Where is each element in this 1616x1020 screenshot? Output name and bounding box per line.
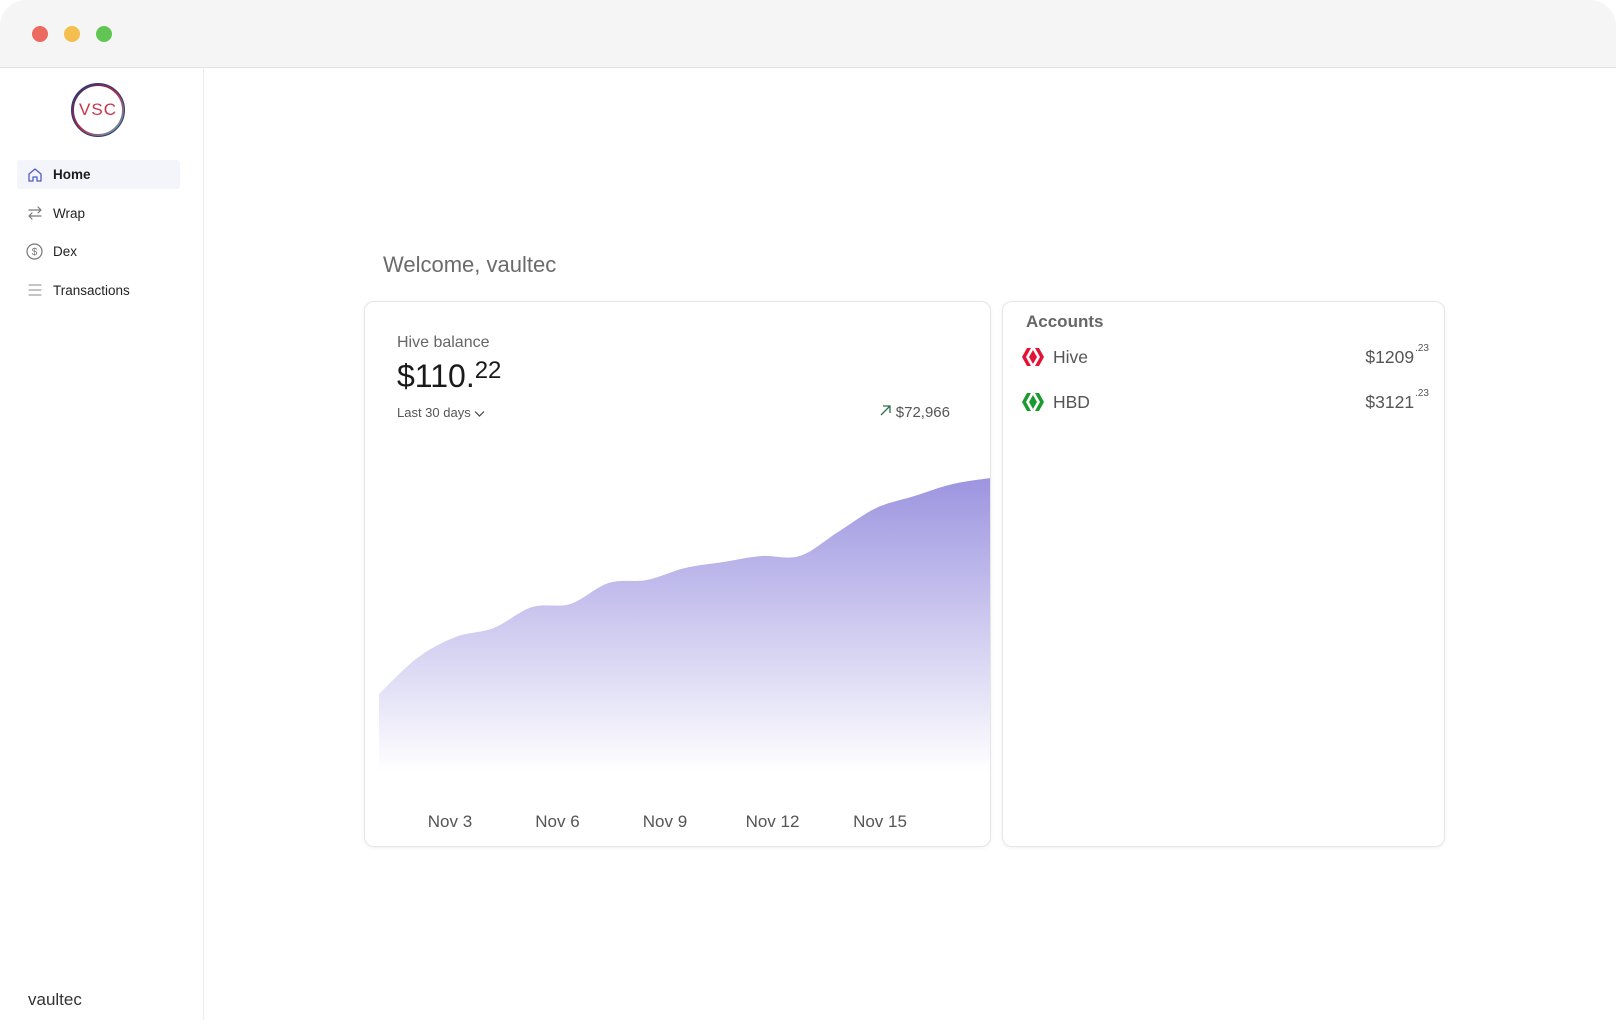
- logo-text: VSC: [79, 100, 117, 119]
- account-value-main: $3121: [1365, 391, 1415, 412]
- chevron-down-icon: [474, 406, 485, 421]
- dollar-coin-icon: $: [26, 243, 43, 260]
- account-value-cents: .23: [1415, 342, 1429, 354]
- account-value-main: $1209: [1365, 346, 1415, 367]
- account-value: $1209 .23: [1365, 343, 1429, 368]
- x-axis-tick-label: Nov 3: [428, 812, 472, 831]
- balance-amount: $110. 22: [397, 357, 502, 395]
- balance-area: [379, 478, 990, 772]
- sidebar-username: vaultec: [28, 990, 82, 1009]
- account-row-hive[interactable]: Hive $1209 .23: [1021, 342, 1429, 372]
- sidebar-item-home[interactable]: Home: [17, 160, 180, 189]
- title-bar: [0, 0, 1616, 68]
- sidebar-item-transactions[interactable]: Transactions: [17, 276, 180, 305]
- sidebar-item-label: Home: [53, 167, 91, 182]
- x-axis-tick-label: Nov 12: [746, 812, 800, 831]
- sidebar-item-label: Transactions: [53, 282, 130, 298]
- sidebar-item-label: Dex: [53, 244, 78, 259]
- balance-amount-main: $110.: [397, 358, 475, 394]
- balance-change: $72,966: [879, 404, 950, 421]
- svg-text:$: $: [32, 247, 38, 258]
- balance-card: Hive balance $110. 22 Last 30 days $72,9…: [364, 301, 991, 847]
- welcome-heading: Welcome, vaultec: [383, 252, 557, 277]
- zoom-window-button[interactable]: [96, 26, 112, 42]
- balance-change-value: $72,966: [895, 404, 950, 421]
- balance-label: Hive balance: [397, 334, 490, 351]
- account-value-cents: .23: [1415, 387, 1429, 399]
- sidebar-item-label: Wrap: [53, 205, 86, 221]
- sidebar-nav: Home Wrap $ Dex Transactions: [17, 160, 180, 314]
- balance-amount-cents: 22: [474, 357, 502, 384]
- sidebar: VSC Home Wrap $ Dex Transactions vaultec: [0, 69, 204, 1020]
- balance-area-chart: Nov 3 Nov 6 Nov 9 Nov 12 Nov 15: [379, 478, 990, 831]
- x-axis-tick-label: Nov 15: [853, 812, 907, 831]
- x-axis-tick-label: Nov 6: [535, 812, 579, 831]
- arrow-up-right-icon: [879, 404, 892, 421]
- x-axis-tick-label: Nov 9: [643, 812, 687, 831]
- period-label: Last 30 days: [397, 405, 471, 420]
- list-icon: [26, 282, 43, 299]
- sidebar-item-dex[interactable]: $ Dex: [17, 237, 180, 266]
- account-value: $3121 .23: [1365, 388, 1429, 413]
- app-window: VSC Home Wrap $ Dex Transactions vaultec…: [0, 0, 1616, 1020]
- minimize-window-button[interactable]: [64, 26, 80, 42]
- sidebar-item-wrap[interactable]: Wrap: [17, 199, 180, 228]
- logo[interactable]: VSC: [71, 83, 125, 137]
- period-dropdown[interactable]: Last 30 days: [397, 404, 485, 421]
- account-name: Hive: [1053, 346, 1089, 367]
- hbd-green-icon: [1021, 390, 1045, 414]
- home-icon: [26, 166, 43, 183]
- balance-chart: Nov 3 Nov 6 Nov 9 Nov 12 Nov 15: [379, 472, 990, 842]
- hive-red-icon: [1021, 345, 1045, 369]
- accounts-title: Accounts: [1026, 312, 1104, 331]
- x-axis-labels: Nov 3 Nov 6 Nov 9 Nov 12 Nov 15: [428, 812, 907, 831]
- account-name: HBD: [1053, 391, 1090, 412]
- accounts-card: Accounts Hive $1209 .23 HBD $3121 .23: [1002, 301, 1445, 847]
- account-row-hbd[interactable]: HBD $3121 .23: [1021, 387, 1429, 417]
- close-window-button[interactable]: [32, 26, 48, 42]
- swap-arrows-icon: [26, 205, 43, 222]
